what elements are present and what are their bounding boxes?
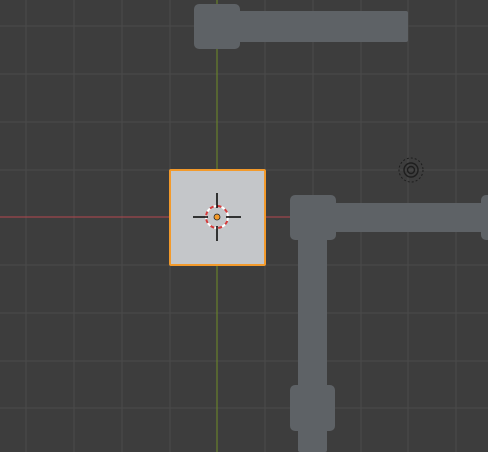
- 3d-viewport[interactable]: [0, 0, 488, 452]
- viewport-canvas[interactable]: [0, 0, 488, 452]
- pipe-elbow-joint[interactable]: [290, 195, 336, 240]
- pipe-bottom-joint[interactable]: [290, 385, 335, 431]
- object-origin-dot: [213, 213, 221, 221]
- pipe-right-horizontal[interactable]: [334, 203, 488, 232]
- pipe-right-end-cap[interactable]: [481, 195, 488, 240]
- pipe-top-joint[interactable]: [194, 4, 240, 49]
- pipe-top-horizontal[interactable]: [236, 11, 408, 42]
